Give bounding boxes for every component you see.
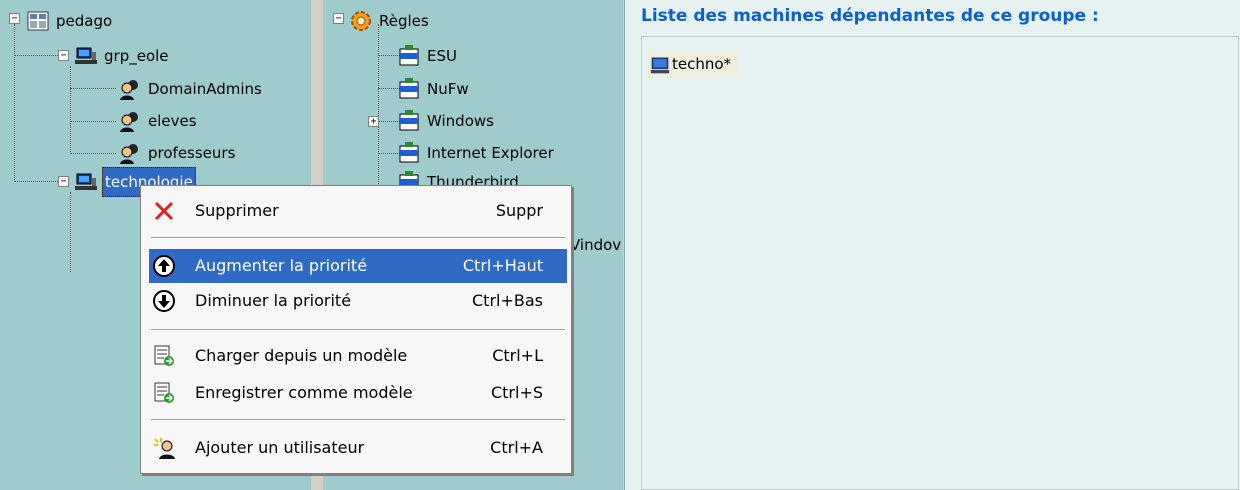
menu-item-label: Diminuer la priorité: [195, 291, 352, 310]
computer-group-icon: [75, 173, 97, 190]
rule-file-icon: [399, 109, 419, 130]
tree-node-nufw[interactable]: NuFw: [397, 74, 471, 102]
collapse-toggle[interactable]: −: [58, 50, 69, 61]
arrow-down-circle-icon: [153, 290, 175, 312]
collapse-toggle[interactable]: −: [333, 13, 344, 24]
tree-node-partial[interactable]: Vindov: [568, 230, 623, 258]
tree-node-label: eleves: [148, 111, 197, 130]
menu-separator: [151, 237, 565, 239]
menu-item-supprimer[interactable]: Supprimer Suppr: [149, 194, 567, 228]
menu-item-shortcut: Ctrl+S: [490, 383, 543, 402]
rule-file-icon: [399, 141, 419, 162]
context-menu: Supprimer Suppr Augmenter la priorité Ct…: [140, 185, 572, 474]
tree-node-eleves[interactable]: eleves: [118, 106, 199, 134]
tree-node-domainadmins[interactable]: DomainAdmins: [118, 74, 264, 102]
users-group-icon: [120, 79, 138, 100]
machine-item[interactable]: techno*: [648, 51, 738, 77]
menu-item-label: Ajouter un utilisateur: [195, 438, 365, 457]
rule-file-icon: [399, 44, 419, 65]
tree-node-professeurs[interactable]: professeurs: [118, 138, 237, 166]
expand-toggle[interactable]: +: [368, 116, 379, 127]
menu-item-shortcut: Ctrl+A: [490, 438, 543, 457]
add-user-icon: [154, 438, 175, 459]
gear-icon: [351, 10, 371, 31]
machines-panel: Liste des machines dépendantes de ce gro…: [624, 0, 1240, 490]
machine-label: techno*: [672, 55, 732, 73]
tree-node-label: professeurs: [148, 143, 236, 162]
arrow-up-circle-icon: [153, 255, 175, 277]
menu-item-shortcut: Ctrl+L: [492, 346, 543, 365]
menu-item-label: Enregistrer comme modèle: [195, 383, 413, 402]
delete-x-icon: [154, 201, 174, 221]
tree-node-regles[interactable]: Règles: [349, 6, 431, 34]
collapse-toggle[interactable]: −: [58, 176, 69, 187]
menu-item-charger-modele[interactable]: Charger depuis un modèle Ctrl+L: [149, 339, 567, 373]
domain-icon: [27, 11, 49, 30]
menu-item-enregistrer-modele[interactable]: Enregistrer comme modèle Ctrl+S: [149, 376, 567, 410]
tree-node-pedago[interactable]: pedago: [26, 6, 114, 34]
tree-node-label: Règles: [379, 11, 429, 30]
tree-node-label: Internet Explorer: [427, 143, 554, 162]
computer-group-icon: [75, 47, 97, 64]
users-group-icon: [120, 111, 138, 132]
tree-node-label: ESU: [427, 46, 457, 65]
users-group-icon: [120, 143, 138, 164]
menu-item-label: Supprimer: [195, 201, 279, 220]
menu-separator: [151, 329, 565, 331]
save-template-icon: [154, 382, 174, 403]
load-template-icon: [154, 345, 174, 366]
menu-item-label: Charger depuis un modèle: [195, 346, 408, 365]
menu-item-augmenter-priorite[interactable]: Augmenter la priorité Ctrl+Haut: [149, 249, 567, 283]
tree-node-label: grp_eole: [104, 46, 169, 65]
rule-file-icon: [399, 77, 419, 98]
tree-node-internet-explorer[interactable]: Internet Explorer: [397, 138, 556, 166]
menu-item-diminuer-priorite[interactable]: Diminuer la priorité Ctrl+Bas: [149, 284, 567, 318]
menu-item-shortcut: Ctrl+Haut: [462, 256, 543, 275]
menu-item-shortcut: Ctrl+Bas: [472, 291, 543, 310]
tree-node-esu[interactable]: ESU: [397, 41, 459, 69]
collapse-toggle[interactable]: −: [9, 13, 20, 24]
tree-node-grp-eole[interactable]: grp_eole: [74, 41, 171, 69]
menu-item-shortcut: Suppr: [495, 201, 543, 220]
machine-icon: [650, 57, 670, 73]
machines-list[interactable]: techno*: [641, 36, 1239, 490]
tree-node-windows[interactable]: Windows: [397, 106, 496, 134]
tree-node-label: Vindov: [570, 235, 622, 254]
menu-item-label: Augmenter la priorité: [195, 256, 368, 275]
menu-item-ajouter-utilisateur[interactable]: Ajouter un utilisateur Ctrl+A: [149, 431, 567, 465]
tree-node-label: DomainAdmins: [148, 79, 262, 98]
tree-node-label: Windows: [427, 111, 494, 130]
machines-panel-title: Liste des machines dépendantes de ce gro…: [641, 6, 1099, 26]
menu-separator: [151, 419, 565, 421]
tree-node-label: pedago: [56, 11, 113, 30]
tree-node-label: NuFw: [427, 79, 469, 98]
